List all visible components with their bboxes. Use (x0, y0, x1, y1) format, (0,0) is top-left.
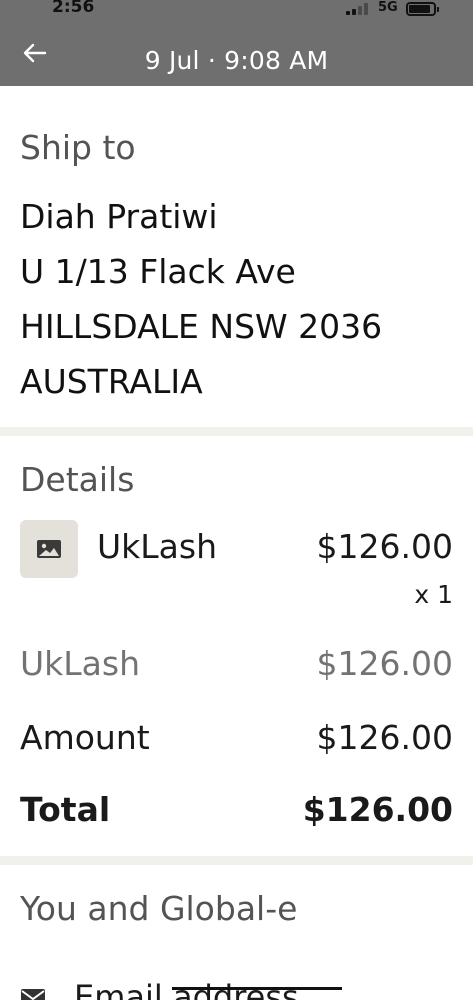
item-price: $126.00 (316, 527, 453, 566)
section-divider (0, 427, 473, 436)
signal-icon (346, 3, 372, 15)
subtotal-label: UkLash (20, 644, 140, 683)
ship-to-heading: Ship to (20, 128, 136, 167)
item-thumbnail (20, 520, 78, 578)
section-divider (0, 856, 473, 865)
total-value: $126.00 (302, 790, 453, 829)
top-bar: 9 Jul · 9:08 AM (0, 20, 473, 86)
item-name: UkLash (97, 527, 217, 566)
merchant-heading: You and Global-e (20, 889, 298, 928)
image-icon (37, 540, 61, 558)
amount-label: Amount (20, 718, 150, 757)
strike-mark (172, 987, 342, 990)
amount-value: $126.00 (316, 718, 453, 757)
item-quantity: x 1 (414, 580, 453, 609)
subtotal-value: $126.00 (316, 644, 453, 683)
total-label: Total (20, 790, 111, 829)
status-bar: 2:56 5G (0, 0, 473, 20)
status-time: 2:56 (52, 0, 95, 17)
page-title: 9 Jul · 9:08 AM (144, 46, 329, 75)
network-type: 5G (378, 0, 398, 15)
address-country: AUSTRALIA (20, 362, 203, 401)
mail-icon (21, 989, 45, 1000)
email-row[interactable]: Email address (20, 978, 460, 1000)
battery-icon (406, 2, 439, 16)
address-name: Diah Pratiwi (20, 197, 218, 236)
details-heading: Details (20, 460, 135, 499)
address-street: U 1/13 Flack Ave (20, 252, 296, 291)
address-city: HILLSDALE NSW 2036 (20, 307, 383, 346)
